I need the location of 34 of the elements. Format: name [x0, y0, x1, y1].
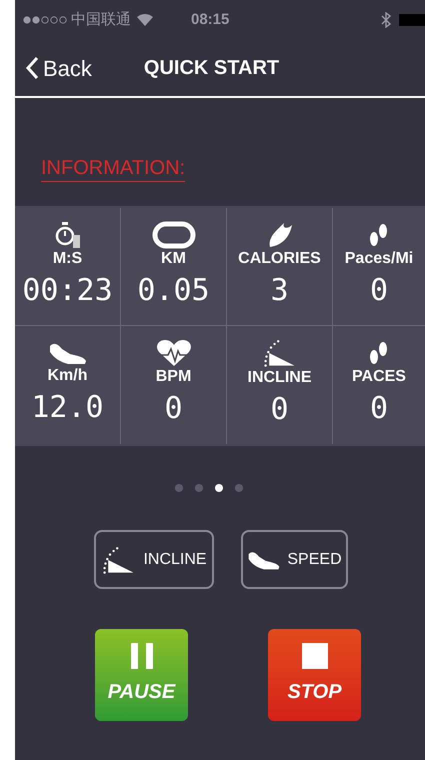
pause-icon	[130, 643, 152, 669]
metric-value: 0.05	[137, 272, 210, 310]
metric-label: BPM	[156, 367, 192, 387]
status-time: 08:15	[191, 10, 230, 30]
metric-value: 0	[370, 272, 388, 310]
metric-label: KM	[161, 248, 186, 268]
wifi-icon	[137, 14, 153, 26]
carrier-name: 中国联通	[71, 10, 131, 30]
metric-label: Paces/Mi	[344, 248, 414, 268]
metric-label: Km/h	[48, 366, 88, 386]
stop-icon	[302, 643, 328, 669]
back-button[interactable]: Back	[25, 52, 92, 84]
bluetooth-icon	[381, 12, 391, 28]
metric-label: INCLINE	[248, 368, 312, 388]
battery-icon	[399, 14, 425, 26]
incline-button[interactable]: INCLINE	[94, 530, 214, 589]
metric-value: 0	[270, 391, 289, 429]
metric-label: M:S	[52, 248, 82, 268]
band-icon	[152, 220, 196, 248]
metric-label: PACES	[352, 367, 406, 387]
chevron-left-icon	[25, 56, 39, 80]
metric-value: 3	[270, 272, 289, 310]
metric-value: 0	[370, 390, 388, 428]
stop-button[interactable]: STOP	[268, 629, 361, 721]
screen-title: QUICK START	[144, 56, 280, 81]
signal-icon	[23, 16, 67, 24]
footprints-icon	[368, 339, 390, 367]
metric-value: 0	[164, 390, 183, 428]
metric-label: CALORIES	[238, 248, 321, 268]
metric-value: 00:23	[22, 272, 113, 310]
speed-button[interactable]: SPEED	[241, 530, 348, 589]
stopwatch-icon	[54, 220, 80, 248]
section-title: INFORMATION:	[41, 155, 186, 182]
metric-value: 12.0	[31, 389, 104, 427]
